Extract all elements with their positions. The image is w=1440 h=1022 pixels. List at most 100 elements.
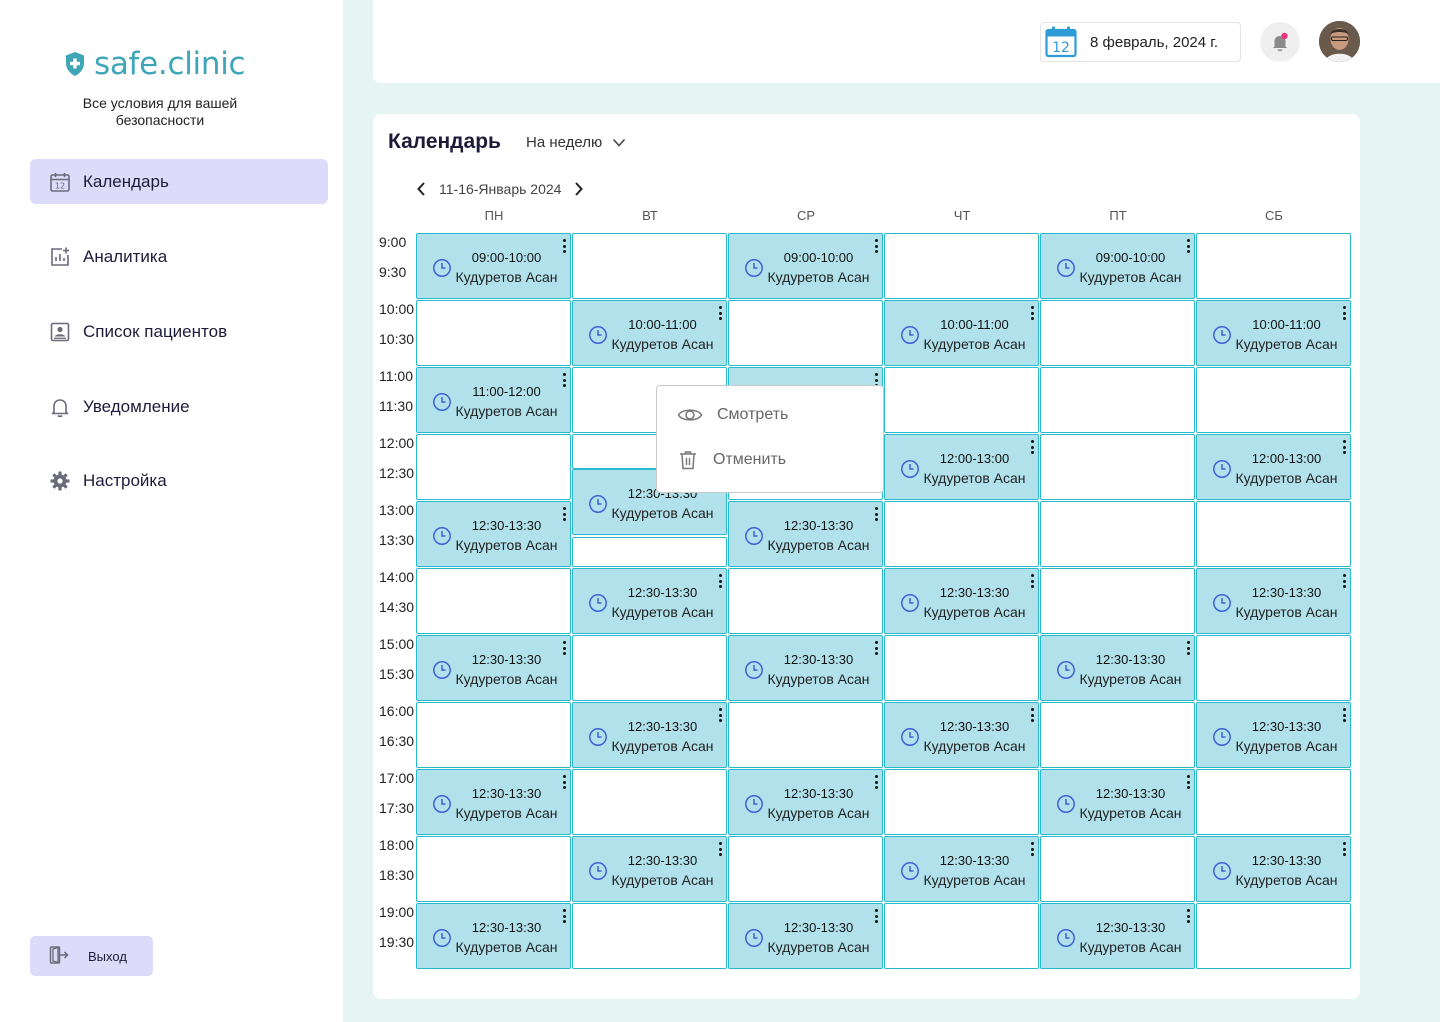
more-options-button[interactable] [1185, 640, 1191, 656]
more-options-button[interactable] [1341, 707, 1347, 723]
nav-item-notifications[interactable]: Уведомление [30, 384, 328, 429]
calendar-slot-empty[interactable] [728, 702, 883, 768]
appointment-slot[interactable]: 12:30-13:30 Кудуретов Асан [572, 836, 727, 902]
calendar-slot-empty[interactable] [728, 836, 883, 902]
logo[interactable]: safe.clinic [64, 46, 246, 82]
more-options-button[interactable] [717, 707, 723, 723]
more-options-button[interactable] [717, 573, 723, 589]
appointment-slot[interactable]: 12:30-13:30 Кудуретов Асан [884, 702, 1039, 768]
appointment-card[interactable]: 12:30-13:30 Кудуретов Асан [885, 837, 1038, 901]
calendar-slot-empty[interactable] [1196, 635, 1351, 701]
more-options-button[interactable] [1029, 841, 1035, 857]
calendar-slot-empty[interactable] [1040, 702, 1195, 768]
more-options-button[interactable] [561, 908, 567, 924]
appointment-slot[interactable]: 10:00-11:00 Кудуретов Асан [572, 300, 727, 366]
calendar-slot-empty[interactable] [884, 501, 1039, 567]
calendar-slot-empty[interactable] [416, 836, 571, 902]
appointment-slot[interactable]: 12:30-13:30 Кудуретов Асан [728, 635, 883, 701]
appointment-slot[interactable]: 09:00-10:00 Кудуретов Асан [416, 233, 571, 299]
calendar-slot-empty[interactable] [1196, 367, 1351, 433]
appointment-slot[interactable]: 12:30-13:30 Кудуретов Асан [1196, 702, 1351, 768]
calendar-slot-empty[interactable] [884, 635, 1039, 701]
appointment-card[interactable]: 11:00-12:00 Кудуретов Асан [417, 368, 570, 432]
more-options-button[interactable] [1341, 573, 1347, 589]
view-appointment-option[interactable]: Смотреть [677, 406, 788, 424]
appointment-card[interactable]: 12:30-13:30 Кудуретов Асан [417, 770, 570, 834]
current-date-picker[interactable]: 12 8 февраль, 2024 г. [1040, 22, 1241, 62]
appointment-card[interactable]: 12:30-13:30 Кудуретов Асан [1041, 636, 1194, 700]
appointment-card[interactable]: 09:00-10:00 Кудуретов Асан [1041, 234, 1194, 298]
nav-item-patients[interactable]: Список пациентов [30, 309, 328, 354]
appointment-card[interactable]: 12:30-13:30 Кудуретов Асан [573, 703, 726, 767]
calendar-slot-empty[interactable] [1040, 367, 1195, 433]
nav-item-analytics[interactable]: Аналитика [30, 234, 328, 279]
prev-week-button[interactable] [413, 180, 429, 198]
appointment-slot[interactable]: 12:30-13:30 Кудуретов Асан [416, 501, 571, 567]
appointment-card[interactable]: 12:30-13:30 Кудуретов Асан [573, 837, 726, 901]
appointment-slot[interactable]: 12:00-13:00 Кудуретов Асан [1196, 434, 1351, 500]
appointment-card[interactable]: 09:00-10:00 Кудуретов Асан [729, 234, 882, 298]
more-options-button[interactable] [1341, 439, 1347, 455]
appointment-slot[interactable]: 10:00-11:00 Кудуретов Асан [1196, 300, 1351, 366]
user-avatar[interactable] [1319, 21, 1360, 62]
appointment-card[interactable]: 12:30-13:30 Кудуретов Асан [729, 904, 882, 968]
more-options-button[interactable] [1029, 439, 1035, 455]
next-week-button[interactable] [571, 180, 587, 198]
appointment-slot[interactable]: 12:30-13:30 Кудуретов Асан [884, 836, 1039, 902]
appointment-slot[interactable]: 12:00-13:00 Кудуретов Асан [884, 434, 1039, 500]
more-options-button[interactable] [873, 774, 879, 790]
calendar-slot-empty[interactable] [416, 300, 571, 366]
more-options-button[interactable] [1341, 841, 1347, 857]
logout-button[interactable]: Выход [30, 936, 153, 976]
view-dropdown[interactable]: На неделю [526, 134, 626, 151]
calendar-slot-empty[interactable] [1040, 434, 1195, 500]
more-options-button[interactable] [717, 841, 723, 857]
appointment-slot[interactable]: 12:30-13:30 Кудуретов Асан [1196, 568, 1351, 634]
appointment-slot[interactable]: 09:00-10:00 Кудуретов Асан [1040, 233, 1195, 299]
appointment-card[interactable]: 09:00-10:00 Кудуретов Асан [417, 234, 570, 298]
appointment-slot[interactable]: 12:30-13:30 Кудуретов Асан [1040, 769, 1195, 835]
appointment-slot[interactable]: 12:30-13:30 Кудуретов Асан [728, 769, 883, 835]
appointment-slot[interactable]: 12:30-13:30 Кудуретов Асан [728, 501, 883, 567]
more-options-button[interactable] [1029, 707, 1035, 723]
calendar-slot-empty[interactable] [1196, 769, 1351, 835]
appointment-card[interactable]: 12:30-13:30 Кудуретов Асан [885, 569, 1038, 633]
appointment-slot[interactable]: 12:30-13:30 Кудуретов Асан [572, 568, 727, 634]
calendar-slot-empty[interactable] [1196, 233, 1351, 299]
calendar-slot-empty[interactable] [884, 233, 1039, 299]
appointment-card[interactable]: 12:30-13:30 Кудуретов Асан [417, 636, 570, 700]
more-options-button[interactable] [1029, 573, 1035, 589]
more-options-button[interactable] [873, 640, 879, 656]
appointment-card[interactable]: 12:00-13:00 Кудуретов Асан [1197, 435, 1350, 499]
calendar-slot-empty[interactable] [572, 537, 727, 567]
appointment-slot[interactable]: 12:30-13:30 Кудуретов Асан [1040, 903, 1195, 969]
appointment-card[interactable]: 12:30-13:30 Кудуретов Асан [729, 502, 882, 566]
more-options-button[interactable] [1185, 908, 1191, 924]
calendar-slot-empty[interactable] [884, 903, 1039, 969]
appointment-slot[interactable]: 12:30-13:30 Кудуретов Асан [884, 568, 1039, 634]
appointment-card[interactable]: 10:00-11:00 Кудуретов Асан [573, 301, 726, 365]
calendar-slot-empty[interactable] [1040, 836, 1195, 902]
appointment-card[interactable]: 12:30-13:30 Кудуретов Асан [729, 770, 882, 834]
more-options-button[interactable] [873, 908, 879, 924]
appointment-card[interactable]: 12:30-13:30 Кудуретов Асан [1197, 837, 1350, 901]
calendar-slot-empty[interactable] [572, 233, 727, 299]
calendar-slot-empty[interactable] [884, 769, 1039, 835]
more-options-button[interactable] [717, 305, 723, 321]
nav-item-calendar[interactable]: 12 Календарь [30, 159, 328, 204]
calendar-slot-empty[interactable] [572, 903, 727, 969]
appointment-slot[interactable]: 11:00-12:00 Кудуретов Асан [416, 367, 571, 433]
appointment-slot[interactable]: 12:30-13:30 Кудуретов Асан [416, 769, 571, 835]
appointment-card[interactable]: 12:30-13:30 Кудуретов Асан [573, 569, 726, 633]
appointment-card[interactable]: 12:30-13:30 Кудуретов Асан [1041, 904, 1194, 968]
appointment-slot[interactable]: 12:30-13:30 Кудуретов Асан [1040, 635, 1195, 701]
appointment-card[interactable]: 12:00-13:00 Кудуретов Асан [885, 435, 1038, 499]
more-options-button[interactable] [873, 506, 879, 522]
more-options-button[interactable] [1185, 238, 1191, 254]
appointment-card[interactable]: 12:30-13:30 Кудуретов Асан [417, 904, 570, 968]
more-options-button[interactable] [873, 238, 879, 254]
nav-item-settings[interactable]: Настройка [30, 458, 328, 503]
calendar-slot-empty[interactable] [728, 300, 883, 366]
appointment-card[interactable]: 12:30-13:30 Кудуретов Асан [1197, 569, 1350, 633]
appointment-slot[interactable]: 12:30-13:30 Кудуретов Асан [416, 635, 571, 701]
